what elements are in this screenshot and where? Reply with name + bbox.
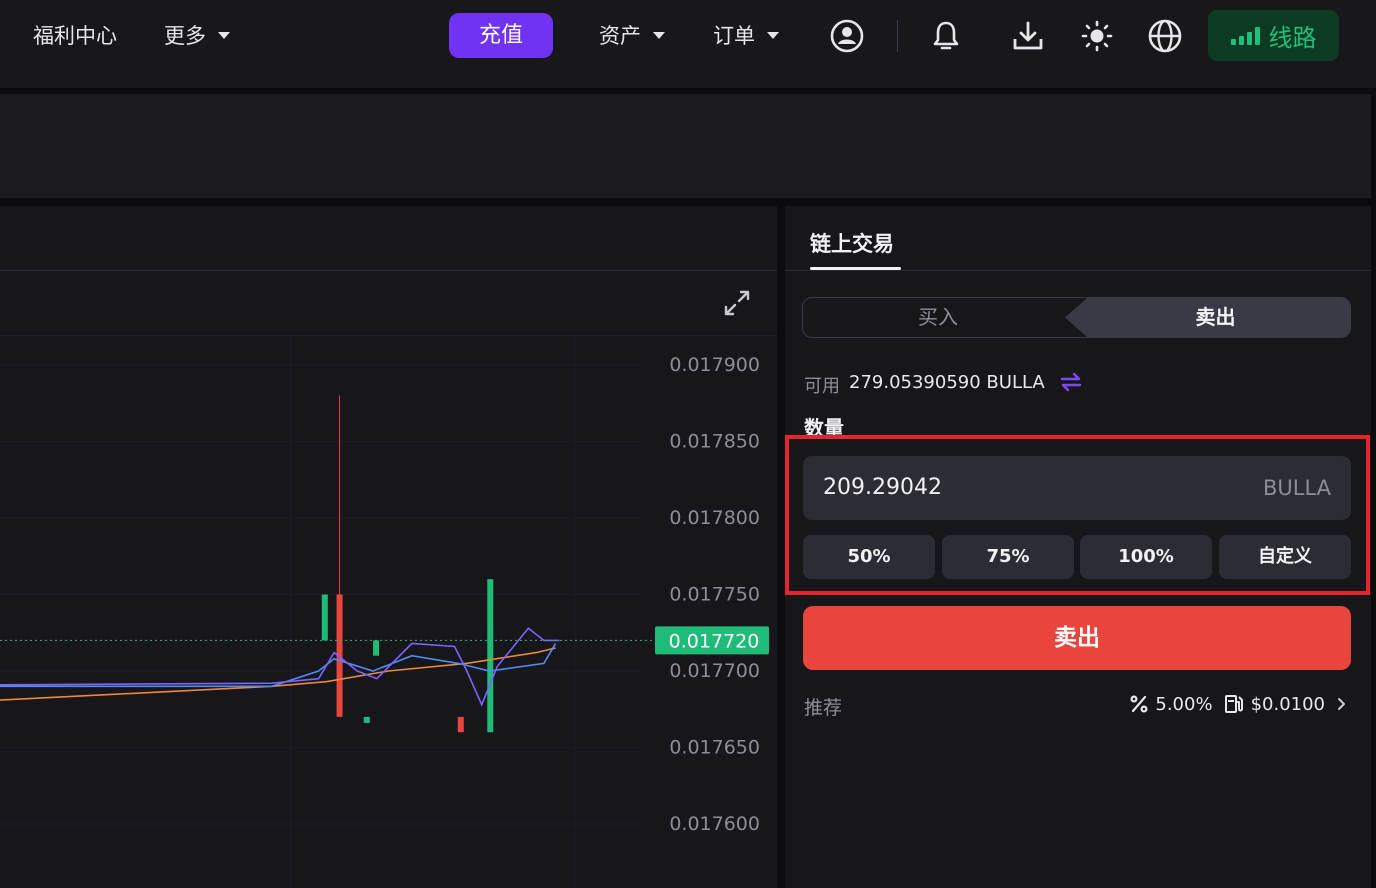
quantity-unit: BULLA	[1262, 476, 1331, 500]
tab-onchain-trade-label: 链上交易	[810, 232, 894, 256]
nav-assets-menu[interactable]: 资产	[599, 20, 665, 52]
recommend-settings[interactable]: 5.00% $0.0100	[1129, 692, 1349, 716]
trade-panel: 链上交易 买入 卖出 可用 279.05390590 BULLA 数量 209.…	[785, 206, 1371, 888]
percent-icon	[1130, 695, 1148, 713]
pct-custom-label: 自定义	[1258, 546, 1312, 567]
buy-sell-toggle: 买入 卖出	[802, 297, 1351, 338]
available-label: 可用	[804, 376, 840, 397]
nav-assets-label: 资产	[599, 24, 641, 48]
price-chart[interactable]: 0.017900 0.017850 0.017800 0.017750 0.017700…	[0, 336, 777, 888]
nav-welfare-center[interactable]: 福利中心	[33, 20, 117, 52]
panel-divider	[785, 270, 1371, 271]
candle-body	[487, 579, 494, 733]
route-button[interactable]: 线路	[1208, 10, 1339, 61]
quantity-input[interactable]: 209.29042 BULLA	[803, 456, 1351, 520]
recommend-label: 推荐	[804, 697, 843, 719]
chevron-down-icon	[653, 31, 665, 39]
deposit-button[interactable]: 充值	[449, 13, 553, 58]
candle-body	[321, 594, 328, 641]
pct-50-button[interactable]: 50%	[803, 535, 935, 579]
moving-average-line	[0, 643, 557, 688]
route-label: 线路	[1268, 24, 1317, 52]
expand-icon[interactable]	[723, 289, 751, 317]
tab-onchain-trade[interactable]: 链上交易	[810, 228, 894, 258]
price-axis-label: 0.017600	[669, 813, 760, 835]
pct-75-button[interactable]: 75%	[942, 535, 1074, 579]
nav-more-menu[interactable]: 更多	[164, 20, 230, 52]
chevron-down-icon	[218, 31, 230, 39]
nav-orders-label: 订单	[713, 24, 755, 48]
pct-75-label: 75%	[986, 546, 1030, 567]
signal-icon	[1230, 26, 1260, 45]
sell-tab-label: 卖出	[1195, 305, 1236, 329]
bell-icon[interactable]	[926, 16, 966, 56]
top-nav-bar: 福利中心 更多 充值 资产 订单 线路	[0, 0, 1376, 88]
price-axis-label: 0.017750	[669, 584, 760, 606]
nav-more-label: 更多	[164, 24, 206, 48]
pct-50-label: 50%	[847, 546, 891, 567]
moving-average-line	[0, 647, 556, 701]
gas-value: $0.0100	[1250, 693, 1325, 715]
moving-average-line	[0, 627, 560, 707]
buy-tab[interactable]: 买入	[803, 298, 1073, 337]
user-icon[interactable]	[827, 16, 867, 56]
sun-icon[interactable]	[1077, 16, 1117, 56]
chart-panel: 0.017900 0.017850 0.017800 0.017750 0.017700…	[0, 206, 777, 888]
sell-tab[interactable]: 卖出	[1065, 298, 1350, 337]
globe-icon[interactable]	[1145, 16, 1185, 56]
buy-tab-label: 买入	[918, 305, 958, 329]
download-icon[interactable]	[1008, 16, 1048, 56]
candle-body	[363, 716, 370, 723]
available-balance: 279.05390590 BULLA	[849, 372, 1045, 393]
price-axis-label: 0.017850	[669, 431, 760, 453]
price-axis-label: 0.017800	[669, 507, 760, 529]
pct-100-label: 100%	[1118, 546, 1174, 567]
nav-orders-menu[interactable]: 订单	[713, 20, 779, 52]
chart-tabs-divider	[0, 270, 777, 271]
candle-body	[373, 640, 380, 656]
slippage-value: 5.00%	[1155, 693, 1213, 715]
pct-100-button[interactable]: 100%	[1080, 535, 1212, 579]
chevron-right-icon	[1338, 698, 1345, 710]
nav-welfare-label: 福利中心	[33, 24, 117, 48]
sell-button[interactable]: 卖出	[803, 606, 1351, 670]
deposit-button-label: 充值	[478, 23, 523, 48]
pct-custom-button[interactable]: 自定义	[1219, 535, 1351, 579]
chevron-down-icon	[767, 31, 779, 39]
sell-button-label: 卖出	[1054, 625, 1100, 651]
price-axis-label: 0.017900	[669, 354, 760, 376]
candle-body	[457, 716, 464, 733]
swap-icon[interactable]	[1060, 372, 1082, 396]
ticker-strip	[0, 94, 1371, 198]
quantity-value: 209.29042	[823, 475, 942, 500]
gas-pump-icon	[1224, 695, 1243, 713]
current-price-label: 0.017720	[669, 630, 760, 652]
price-axis-label: 0.017700	[669, 660, 760, 682]
nav-divider	[897, 20, 898, 52]
price-axis-label: 0.017650	[669, 737, 760, 759]
